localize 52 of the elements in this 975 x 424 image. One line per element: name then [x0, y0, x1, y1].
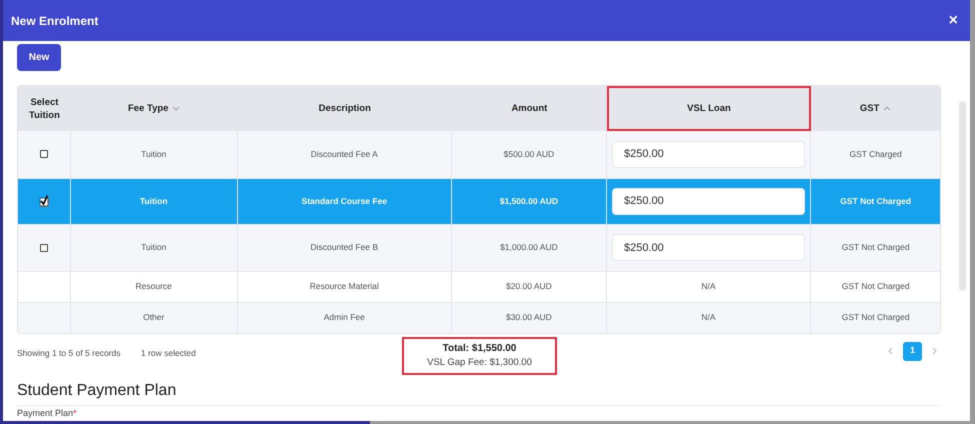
table-cell: $30.00 AUD — [506, 311, 552, 324]
table-cell: GST Not Charged — [840, 194, 912, 208]
table-cell: Resource Material — [310, 280, 379, 293]
column-header[interactable]: GST — [811, 86, 940, 131]
table-cell: GST Not Charged — [842, 280, 910, 293]
column-header[interactable]: Amount — [452, 86, 607, 131]
table-row[interactable]: Tuition Standard Course Fee $1,500.00 AUD $250.00 GST Not Charged — [18, 178, 940, 224]
loan-input-field[interactable]: $250.00 — [612, 140, 806, 168]
loan-input-field[interactable]: $250.00 — [612, 188, 806, 215]
checkbox[interactable] — [40, 150, 48, 158]
table-cell: N/A — [701, 311, 716, 324]
table-cell: N/A — [701, 280, 716, 293]
table-cell: Resource — [136, 280, 172, 293]
field-label: Payment Plan — [17, 408, 74, 418]
table-cell: Standard Course Fee — [302, 194, 388, 208]
table-cell: $20.00 AUD — [506, 280, 552, 293]
dialog-title: New Enrolment — [11, 12, 98, 30]
table-row[interactable]: Resource Resource Material $20.00 AUD N/A GST Not Charged — [18, 270, 940, 302]
column-header[interactable]: Fee Type — [70, 86, 238, 131]
sort-up-icon — [883, 106, 892, 111]
table-cell: Other — [143, 311, 164, 324]
records-info: Showing 1 to 5 of 5 records — [17, 346, 120, 360]
required-mark: * — [73, 408, 77, 418]
close-button[interactable]: × — [944, 12, 962, 28]
table-cell: GST Charged — [850, 148, 902, 161]
sort-down-icon — [172, 106, 180, 111]
section-title: Student Payment Plan — [17, 382, 176, 398]
table-cell: Tuition — [140, 194, 168, 208]
total-amount: Total: $1,550.00 — [442, 342, 516, 356]
scrollbar[interactable] — [959, 101, 966, 291]
table-cell: Admin Fee — [324, 311, 365, 324]
selection-info: 1 row selected — [141, 346, 196, 360]
table-cell: GST Not Charged — [842, 311, 910, 324]
table-cell: GST Not Charged — [842, 241, 910, 254]
table-cell: Discounted Fee A — [310, 148, 378, 161]
table-cell: Tuition — [141, 241, 166, 254]
checked-checkbox[interactable] — [38, 195, 49, 208]
new-button[interactable]: New — [17, 44, 61, 71]
table-cell: Tuition — [141, 148, 166, 161]
column-header[interactable]: Description — [238, 86, 452, 131]
table-cell: $1,000.00 AUD — [500, 241, 558, 254]
gap-fee: VSL Gap Fee: $1,300.00 — [427, 356, 532, 370]
table-cell: $500.00 AUD — [504, 148, 554, 161]
loan-input-field[interactable]: $250.00 — [612, 234, 806, 262]
table-cell: $1,500.00 AUD — [500, 194, 558, 208]
column-header[interactable]: Select Tuition — [18, 86, 71, 131]
checkbox[interactable] — [40, 244, 48, 252]
table-row[interactable]: Tuition Discounted Fee A $500.00 AUD $250.00 GST Charged — [18, 131, 940, 178]
table-cell: Discounted Fee B — [310, 241, 378, 254]
column-header[interactable]: VSL Loan — [606, 86, 812, 131]
table-row[interactable]: Tuition Discounted Fee B $1,000.00 AUD $250.00 GST Not Charged — [18, 224, 940, 270]
table-row[interactable]: Other Admin Fee $30.00 AUD N/A GST Not Charged — [18, 302, 940, 332]
